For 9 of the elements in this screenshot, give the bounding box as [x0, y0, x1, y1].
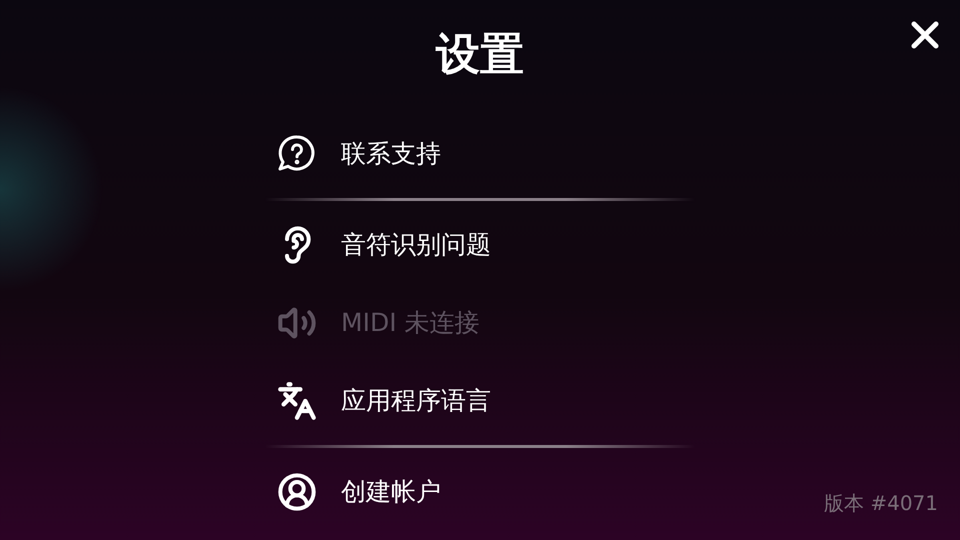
settings-item[interactable]: 应用程序语言	[265, 362, 695, 440]
settings-item[interactable]: 创建帐户	[265, 453, 695, 531]
translate-icon	[277, 381, 317, 421]
settings-item[interactable]: 联系支持	[265, 115, 695, 193]
version-label: 版本 #4071	[824, 490, 938, 517]
page-title: 设置	[436, 33, 524, 77]
settings-item[interactable]: 音符识别问题	[265, 206, 695, 284]
close-icon	[910, 20, 940, 50]
user-icon	[277, 472, 317, 512]
